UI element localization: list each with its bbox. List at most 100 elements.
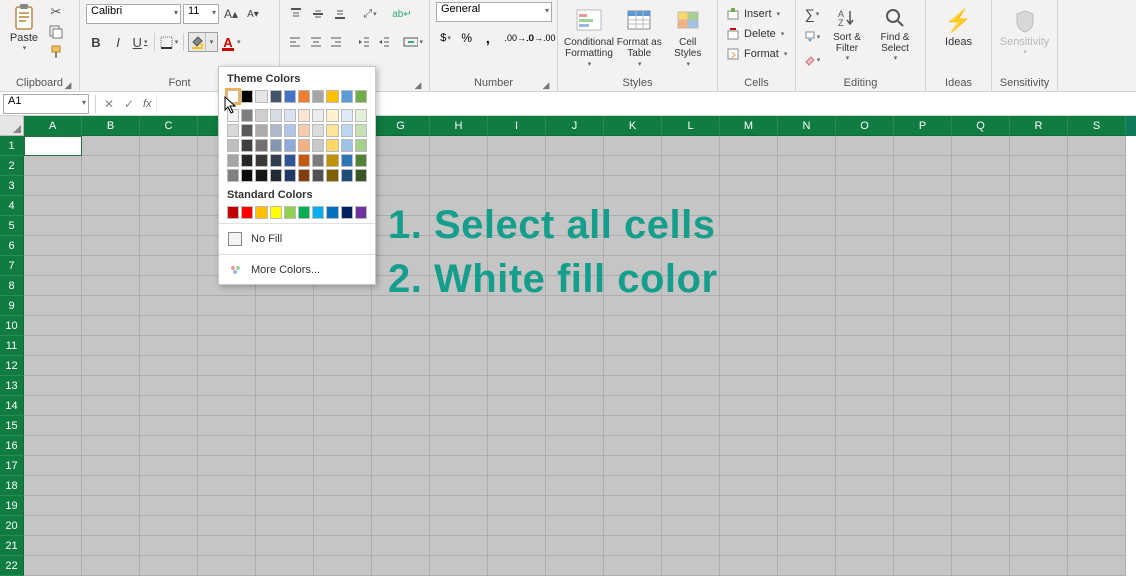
cell[interactable] <box>720 496 778 516</box>
cell[interactable] <box>1010 536 1068 556</box>
cell[interactable] <box>372 396 430 416</box>
ideas-button[interactable]: ⚡ Ideas <box>932 2 985 48</box>
column-header[interactable]: P <box>894 116 952 136</box>
cell[interactable] <box>720 156 778 176</box>
cell[interactable] <box>82 276 140 296</box>
fill-color-button[interactable]: ▾ <box>188 32 218 52</box>
cell[interactable] <box>82 236 140 256</box>
color-swatch[interactable] <box>270 109 282 122</box>
decrease-font-button[interactable]: A▾ <box>243 4 263 24</box>
cell[interactable] <box>952 436 1010 456</box>
cell[interactable] <box>1068 196 1126 216</box>
cell[interactable] <box>256 436 314 456</box>
row-header[interactable]: 4 <box>0 196 24 216</box>
color-swatch[interactable] <box>326 109 338 122</box>
decrease-indent-button[interactable] <box>355 32 373 52</box>
cell[interactable] <box>24 136 82 156</box>
cell[interactable] <box>836 296 894 316</box>
color-swatch[interactable] <box>284 124 296 137</box>
cell[interactable] <box>894 336 952 356</box>
cell[interactable] <box>372 476 430 496</box>
cell[interactable] <box>546 156 604 176</box>
cell[interactable] <box>836 236 894 256</box>
cell[interactable] <box>24 556 82 576</box>
cell[interactable] <box>952 556 1010 576</box>
color-swatch[interactable] <box>355 124 367 137</box>
cell[interactable] <box>1068 316 1126 336</box>
cell[interactable] <box>82 416 140 436</box>
cell[interactable] <box>198 516 256 536</box>
sensitivity-button[interactable]: Sensitivity▾ <box>998 2 1051 56</box>
cell[interactable] <box>546 476 604 496</box>
cell[interactable] <box>314 356 372 376</box>
cell[interactable] <box>140 356 198 376</box>
fill-down-button[interactable]: ▾ <box>802 27 822 47</box>
cell[interactable] <box>836 436 894 456</box>
cell[interactable] <box>24 176 82 196</box>
cell[interactable] <box>256 496 314 516</box>
color-swatch[interactable] <box>355 154 367 167</box>
color-swatch[interactable] <box>326 90 338 103</box>
align-top-button[interactable] <box>286 4 306 24</box>
color-swatch[interactable] <box>341 139 353 152</box>
name-box[interactable]: A1▾ <box>3 94 89 114</box>
sort-filter-button[interactable]: AZ Sort & Filter▾ <box>823 4 871 75</box>
borders-button[interactable] <box>159 32 179 52</box>
cell[interactable] <box>894 236 952 256</box>
cell[interactable] <box>662 356 720 376</box>
cell[interactable] <box>140 236 198 256</box>
cell[interactable] <box>1068 516 1126 536</box>
cell[interactable] <box>82 176 140 196</box>
cell[interactable] <box>720 276 778 296</box>
cell[interactable] <box>1010 336 1068 356</box>
cell[interactable] <box>24 376 82 396</box>
cell[interactable] <box>604 376 662 396</box>
cell[interactable] <box>24 216 82 236</box>
cell[interactable] <box>1010 496 1068 516</box>
cell[interactable] <box>140 516 198 536</box>
cell[interactable] <box>952 236 1010 256</box>
cell[interactable] <box>198 356 256 376</box>
color-swatch[interactable] <box>298 124 310 137</box>
row-header[interactable]: 12 <box>0 356 24 376</box>
cell[interactable] <box>836 416 894 436</box>
cell[interactable] <box>720 336 778 356</box>
cell[interactable] <box>662 436 720 456</box>
cell[interactable] <box>778 356 836 376</box>
conditional-formatting-button[interactable]: Conditional Formatting▾ <box>564 4 614 75</box>
color-swatch[interactable] <box>255 154 267 167</box>
cell[interactable] <box>140 156 198 176</box>
color-swatch[interactable] <box>341 206 353 219</box>
wrap-text-button[interactable]: ab↵ <box>390 4 414 24</box>
cell[interactable] <box>952 176 1010 196</box>
cell[interactable] <box>546 336 604 356</box>
cell[interactable] <box>604 516 662 536</box>
align-bottom-button[interactable] <box>330 4 350 24</box>
merge-center-button[interactable]: ▾ <box>403 32 423 52</box>
cell[interactable] <box>720 436 778 456</box>
cell[interactable] <box>604 556 662 576</box>
cell[interactable] <box>778 536 836 556</box>
cell[interactable] <box>430 376 488 396</box>
insert-button[interactable]: Insert▾ <box>724 4 789 24</box>
cell[interactable] <box>488 136 546 156</box>
cell[interactable] <box>82 196 140 216</box>
no-fill-item[interactable]: No Fill <box>219 227 375 251</box>
cell[interactable] <box>372 436 430 456</box>
cell[interactable] <box>604 336 662 356</box>
row-header[interactable]: 11 <box>0 336 24 356</box>
dialog-launcher-icon[interactable]: ◢ <box>541 80 551 90</box>
color-swatch[interactable] <box>326 206 338 219</box>
color-swatch[interactable] <box>355 169 367 182</box>
color-swatch[interactable] <box>326 154 338 167</box>
cell[interactable] <box>952 136 1010 156</box>
cell[interactable] <box>778 316 836 336</box>
cell[interactable] <box>430 396 488 416</box>
font-size-combo[interactable]: 11▾ <box>183 4 219 24</box>
row-header[interactable]: 5 <box>0 216 24 236</box>
cell[interactable] <box>24 196 82 216</box>
row-header[interactable]: 2 <box>0 156 24 176</box>
cell[interactable] <box>256 516 314 536</box>
cell[interactable] <box>372 156 430 176</box>
cell[interactable] <box>372 536 430 556</box>
